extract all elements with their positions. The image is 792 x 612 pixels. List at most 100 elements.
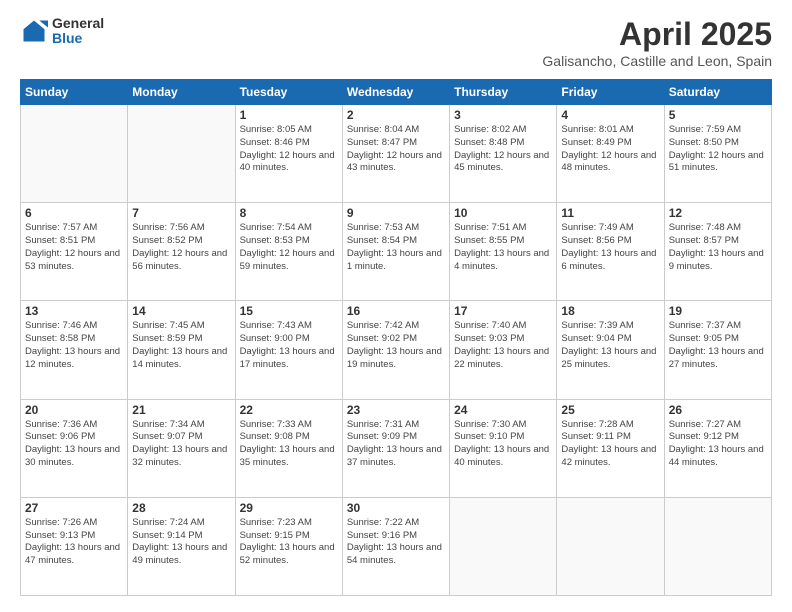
day-number: 21 [132, 403, 230, 417]
calendar-cell-w3-d3: 15 Sunrise: 7:43 AMSunset: 9:00 PMDayligh… [235, 301, 342, 399]
day-number: 18 [561, 304, 659, 318]
calendar-cell-w3-d4: 16Sunrise: 7:42 AMSunset: 9:02 PMDayligh… [342, 301, 449, 399]
logo-text: General Blue [52, 16, 104, 47]
title-block: April 2025 Galisancho, Castille and Leon… [542, 16, 772, 69]
day-info: Sunrise: 7:56 AMSunset: 8:52 PMDaylight:… [132, 222, 230, 273]
calendar-cell-w3-d7: 19Sunrise: 7:37 AMSunset: 9:05 PMDayligh… [664, 301, 771, 399]
calendar-week-2: 6Sunrise: 7:57 AMSunset: 8:51 PMDaylight… [21, 203, 772, 301]
main-title: April 2025 [542, 16, 772, 53]
day-info: Sunrise: 7:30 AMSunset: 9:10 PMDaylight:… [454, 419, 552, 470]
page: General Blue April 2025 Galisancho, Cast… [0, 0, 792, 612]
day-number: 25 [561, 403, 659, 417]
day-number: 6 [25, 206, 123, 220]
day-number: 14 [132, 304, 230, 318]
day-info: Sunrise: 7:53 AMSunset: 8:54 PMDaylight:… [347, 222, 445, 273]
calendar-cell-w2-d2: 7 Sunrise: 7:56 AMSunset: 8:52 PMDaylight… [128, 203, 235, 301]
day-number: 29 [240, 501, 338, 515]
calendar-cell-w1-d1 [21, 105, 128, 203]
calendar-cell-w4-d2: 21 Sunrise: 7:34 AMSunset: 9:07 PMDayligh… [128, 399, 235, 497]
calendar-week-3: 13 Sunrise: 7:46 AMSunset: 8:58 PMDayligh… [21, 301, 772, 399]
day-number: 30 [347, 501, 445, 515]
calendar-cell-w5-d3: 29 Sunrise: 7:23 AMSunset: 9:15 PMDayligh… [235, 497, 342, 595]
calendar-cell-w2-d5: 10 Sunrise: 7:51 AMSunset: 8:55 PMDayligh… [450, 203, 557, 301]
calendar-cell-w5-d1: 27 Sunrise: 7:26 AMSunset: 9:13 PMDayligh… [21, 497, 128, 595]
day-info: Sunrise: 7:51 AMSunset: 8:55 PMDaylight:… [454, 222, 552, 273]
calendar-cell-w3-d6: 18Sunrise: 7:39 AMSunset: 9:04 PMDayligh… [557, 301, 664, 399]
day-info: Sunrise: 7:48 AMSunset: 8:57 PMDaylight:… [669, 222, 767, 273]
day-info: Sunrise: 7:31 AMSunset: 9:09 PMDaylight:… [347, 419, 445, 470]
day-info: Sunrise: 8:04 AMSunset: 8:47 PMDaylight:… [347, 124, 445, 175]
day-info: Sunrise: 7:28 AMSunset: 9:11 PMDaylight:… [561, 419, 659, 470]
calendar-cell-w2-d6: 11 Sunrise: 7:49 AMSunset: 8:56 PMDayligh… [557, 203, 664, 301]
calendar-cell-w5-d6 [557, 497, 664, 595]
calendar-cell-w5-d7 [664, 497, 771, 595]
day-number: 4 [561, 108, 659, 122]
calendar-cell-w5-d2: 28Sunrise: 7:24 AMSunset: 9:14 PMDayligh… [128, 497, 235, 595]
day-info: Sunrise: 7:23 AMSunset: 9:15 PMDaylight:… [240, 517, 338, 568]
day-info: Sunrise: 7:49 AMSunset: 8:56 PMDaylight:… [561, 222, 659, 273]
col-wednesday: Wednesday [342, 80, 449, 105]
day-number: 3 [454, 108, 552, 122]
day-info: Sunrise: 7:43 AMSunset: 9:00 PMDaylight:… [240, 320, 338, 371]
logo-general-text: General [52, 16, 104, 31]
day-info: Sunrise: 7:22 AMSunset: 9:16 PMDaylight:… [347, 517, 445, 568]
day-number: 23 [347, 403, 445, 417]
day-info: Sunrise: 7:54 AMSunset: 8:53 PMDaylight:… [240, 222, 338, 273]
calendar-cell-w5-d5 [450, 497, 557, 595]
header: General Blue April 2025 Galisancho, Cast… [20, 16, 772, 69]
day-info: Sunrise: 7:45 AMSunset: 8:59 PMDaylight:… [132, 320, 230, 371]
calendar-cell-w1-d5: 3 Sunrise: 8:02 AMSunset: 8:48 PMDaylight… [450, 105, 557, 203]
calendar-cell-w2-d7: 12 Sunrise: 7:48 AMSunset: 8:57 PMDayligh… [664, 203, 771, 301]
day-info: Sunrise: 7:40 AMSunset: 9:03 PMDaylight:… [454, 320, 552, 371]
calendar-week-5: 27 Sunrise: 7:26 AMSunset: 9:13 PMDayligh… [21, 497, 772, 595]
calendar-cell-w4-d6: 25 Sunrise: 7:28 AMSunset: 9:11 PMDayligh… [557, 399, 664, 497]
day-number: 9 [347, 206, 445, 220]
calendar-cell-w4-d4: 23 Sunrise: 7:31 AMSunset: 9:09 PMDayligh… [342, 399, 449, 497]
calendar-week-1: 1Sunrise: 8:05 AMSunset: 8:46 PMDaylight… [21, 105, 772, 203]
logo-blue-text: Blue [52, 31, 104, 46]
logo-icon [20, 17, 48, 45]
day-info: Sunrise: 8:05 AMSunset: 8:46 PMDaylight:… [240, 124, 338, 175]
day-info: Sunrise: 7:26 AMSunset: 9:13 PMDaylight:… [25, 517, 123, 568]
day-number: 2 [347, 108, 445, 122]
col-friday: Friday [557, 80, 664, 105]
calendar-table: Sunday Monday Tuesday Wednesday Thursday… [20, 79, 772, 596]
col-saturday: Saturday [664, 80, 771, 105]
day-number: 27 [25, 501, 123, 515]
calendar-cell-w1-d2 [128, 105, 235, 203]
day-info: Sunrise: 7:46 AMSunset: 8:58 PMDaylight:… [25, 320, 123, 371]
calendar-week-4: 20Sunrise: 7:36 AMSunset: 9:06 PMDayligh… [21, 399, 772, 497]
day-number: 24 [454, 403, 552, 417]
logo: General Blue [20, 16, 104, 47]
subtitle: Galisancho, Castille and Leon, Spain [542, 53, 772, 69]
day-number: 22 [240, 403, 338, 417]
col-thursday: Thursday [450, 80, 557, 105]
calendar-cell-w3-d5: 17Sunrise: 7:40 AMSunset: 9:03 PMDayligh… [450, 301, 557, 399]
day-number: 7 [132, 206, 230, 220]
calendar-cell-w4-d1: 20Sunrise: 7:36 AMSunset: 9:06 PMDayligh… [21, 399, 128, 497]
calendar-cell-w4-d5: 24 Sunrise: 7:30 AMSunset: 9:10 PMDayligh… [450, 399, 557, 497]
calendar-cell-w4-d7: 26 Sunrise: 7:27 AMSunset: 9:12 PMDayligh… [664, 399, 771, 497]
day-number: 13 [25, 304, 123, 318]
day-info: Sunrise: 7:33 AMSunset: 9:08 PMDaylight:… [240, 419, 338, 470]
day-info: Sunrise: 7:34 AMSunset: 9:07 PMDaylight:… [132, 419, 230, 470]
day-number: 12 [669, 206, 767, 220]
calendar-cell-w1-d4: 2 Sunrise: 8:04 AMSunset: 8:47 PMDaylight… [342, 105, 449, 203]
calendar-cell-w2-d4: 9 Sunrise: 7:53 AMSunset: 8:54 PMDaylight… [342, 203, 449, 301]
day-info: Sunrise: 8:02 AMSunset: 8:48 PMDaylight:… [454, 124, 552, 175]
calendar-cell-w1-d6: 4Sunrise: 8:01 AMSunset: 8:49 PMDaylight… [557, 105, 664, 203]
day-number: 20 [25, 403, 123, 417]
day-number: 16 [347, 304, 445, 318]
day-number: 15 [240, 304, 338, 318]
calendar-header-row: Sunday Monday Tuesday Wednesday Thursday… [21, 80, 772, 105]
col-monday: Monday [128, 80, 235, 105]
day-number: 11 [561, 206, 659, 220]
day-number: 5 [669, 108, 767, 122]
day-info: Sunrise: 7:27 AMSunset: 9:12 PMDaylight:… [669, 419, 767, 470]
day-number: 26 [669, 403, 767, 417]
day-number: 19 [669, 304, 767, 318]
day-info: Sunrise: 7:24 AMSunset: 9:14 PMDaylight:… [132, 517, 230, 568]
calendar-cell-w1-d3: 1Sunrise: 8:05 AMSunset: 8:46 PMDaylight… [235, 105, 342, 203]
day-info: Sunrise: 7:59 AMSunset: 8:50 PMDaylight:… [669, 124, 767, 175]
day-number: 10 [454, 206, 552, 220]
